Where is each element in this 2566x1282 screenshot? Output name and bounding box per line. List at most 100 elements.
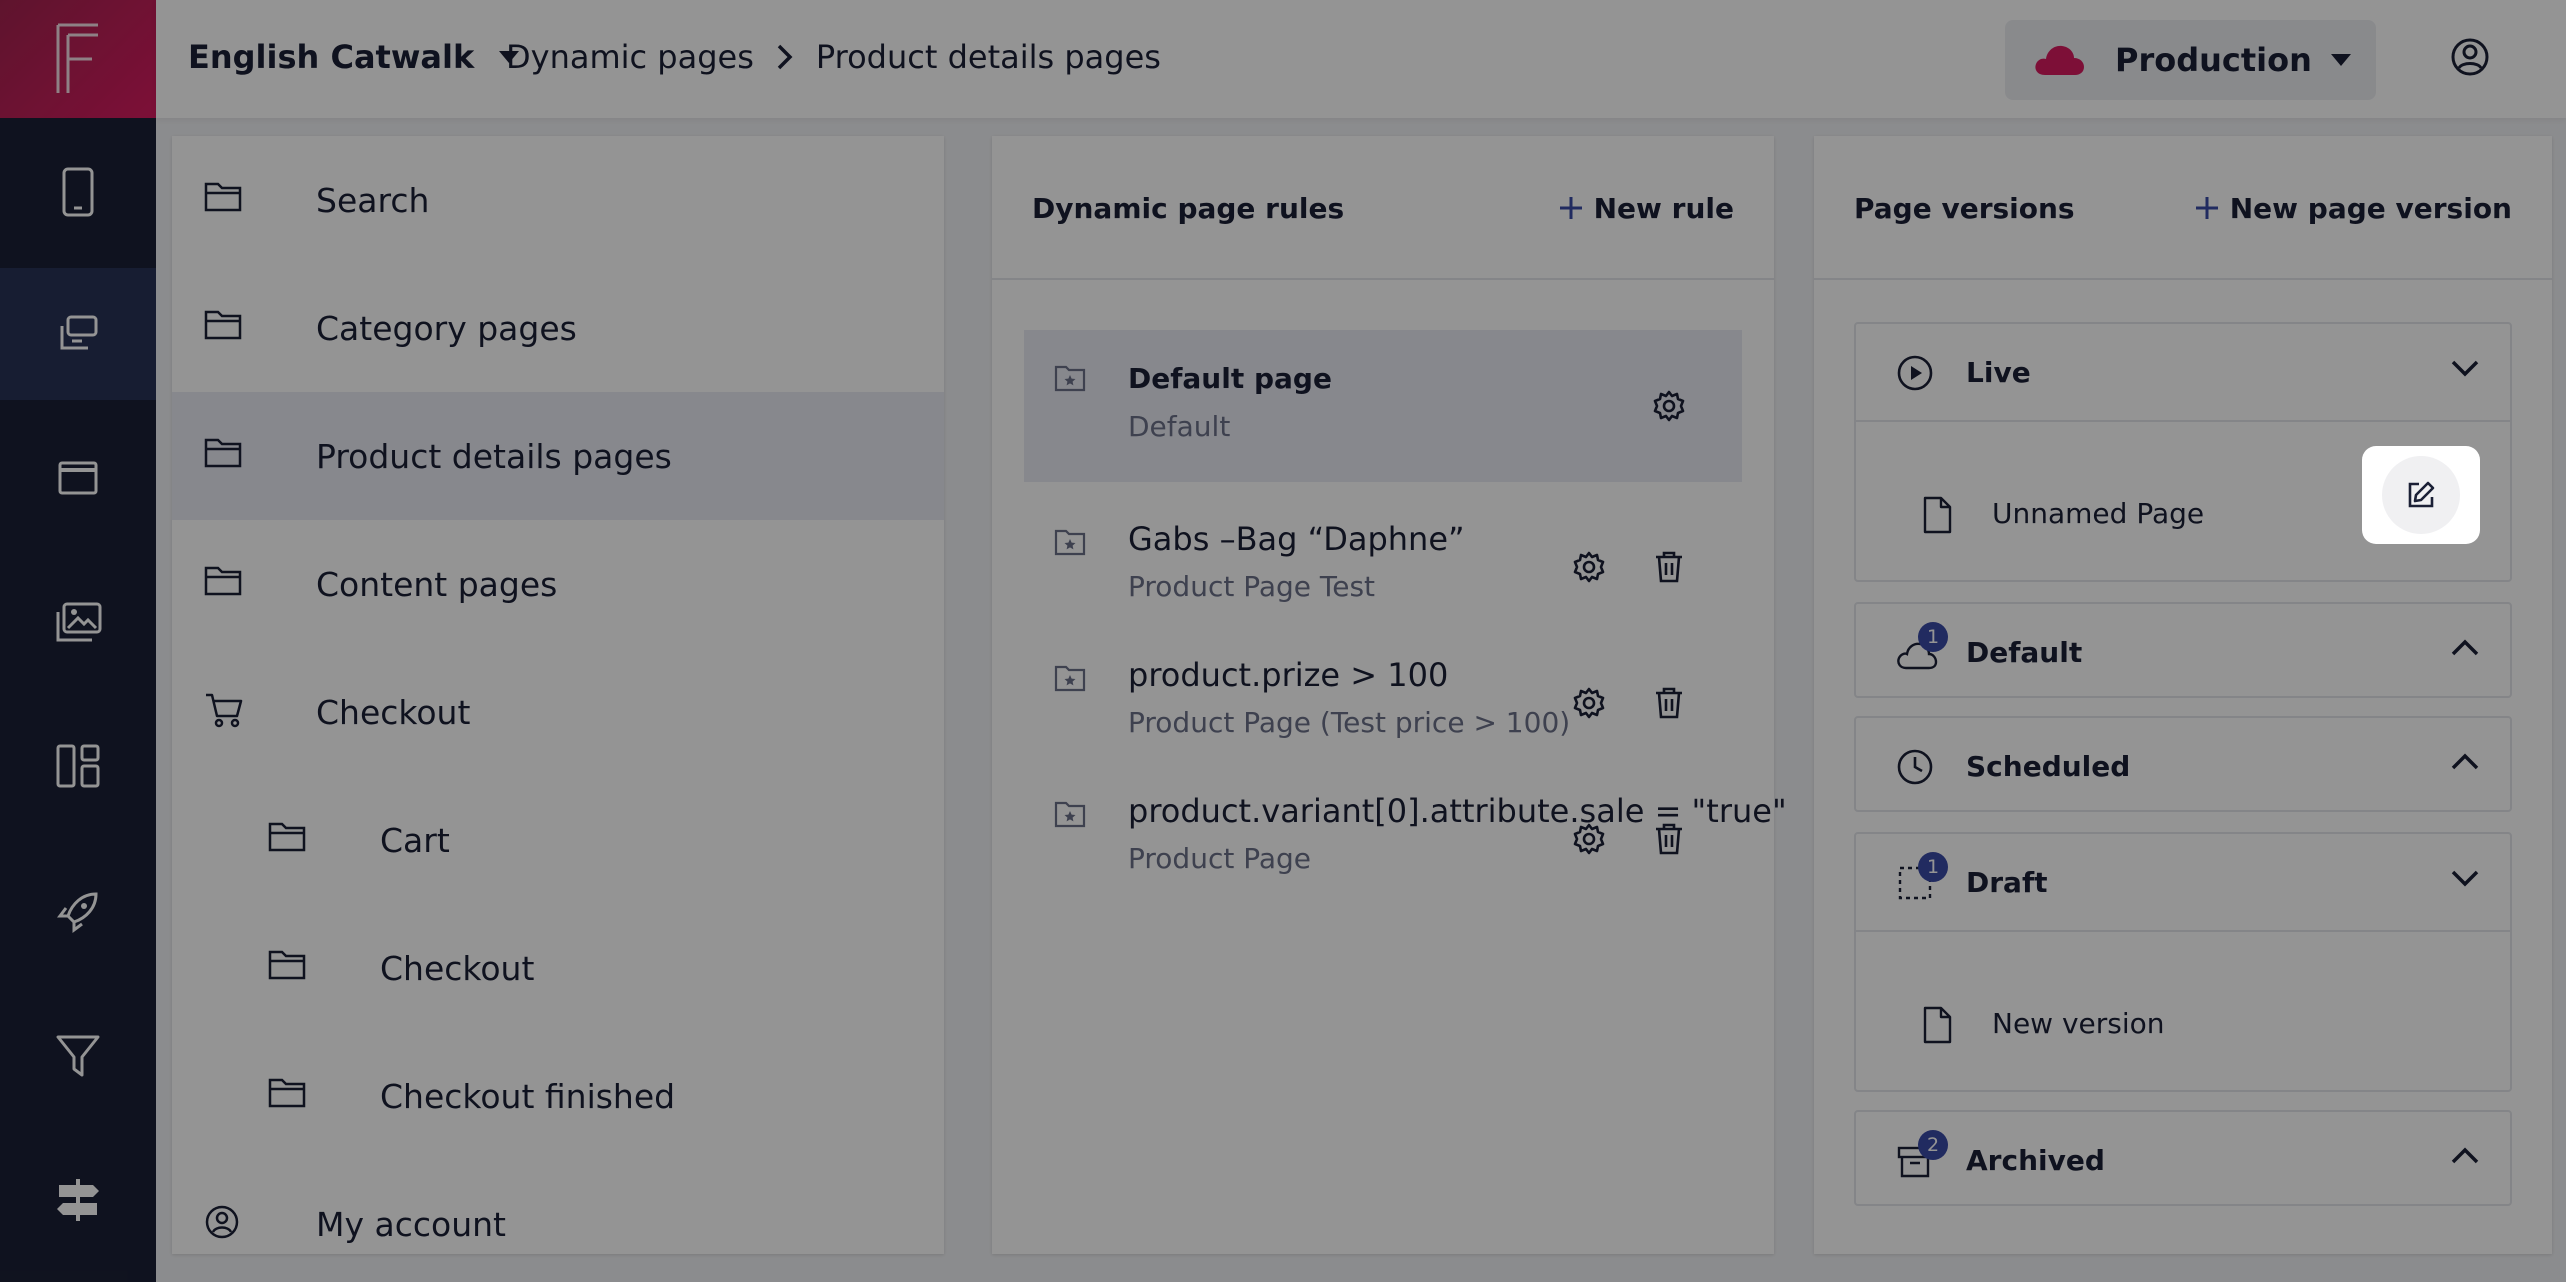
tree-item-my-account[interactable]: My account — [172, 1160, 944, 1254]
edit-icon — [2408, 481, 2435, 508]
tree-item-content-pages[interactable]: Content pages — [172, 520, 944, 648]
tree-item-cart[interactable]: Cart — [172, 776, 944, 904]
rule-title: Default page — [1128, 362, 1332, 395]
gear-icon[interactable] — [1652, 389, 1686, 423]
edit-version-button[interactable] — [2362, 446, 2480, 544]
user-circle-icon — [2451, 38, 2489, 76]
trash-icon[interactable] — [1654, 550, 1684, 584]
filter-icon — [56, 1035, 100, 1077]
versions-panel-title: Page versions — [1854, 191, 2075, 225]
rail-pages[interactable] — [0, 268, 156, 400]
edit-button-circle — [2382, 456, 2460, 534]
folder-icon — [268, 1076, 306, 1108]
tree-item-checkout[interactable]: Checkout — [172, 648, 944, 776]
version-group-header[interactable]: 1 Draft — [1856, 834, 2510, 930]
plus-icon — [1559, 197, 1582, 219]
rule-variant-sale[interactable]: product.variant[0].attribute.sale = "tru… — [1024, 766, 1787, 918]
folder-icon — [204, 564, 242, 596]
rules-panel: Dynamic page rules New rule Default page… — [992, 136, 1787, 1254]
folder-icon — [204, 308, 242, 340]
tree-item-label: My account — [316, 1204, 506, 1244]
version-count-badge: 1 — [1918, 622, 1948, 652]
tree-item-category-pages[interactable]: Category pages — [172, 264, 944, 392]
version-group-header[interactable]: 2 Archived — [1856, 1112, 2510, 1208]
rule-default-page[interactable]: Default page Default — [1024, 330, 1742, 482]
folder-icon — [268, 948, 306, 980]
app-logo[interactable] — [0, 0, 156, 118]
logo-icon — [56, 23, 98, 93]
rule-title: product.prize > 100 — [1128, 656, 1449, 694]
layout-icon — [56, 744, 100, 788]
new-page-version-button[interactable]: New page version — [2194, 136, 2512, 280]
store-selector[interactable]: English Catwalk — [188, 0, 520, 114]
rule-product-prize[interactable]: product.prize > 100 Product Page (Test p… — [1024, 630, 1742, 782]
tree-item-label: Category pages — [316, 308, 577, 348]
version-group-body: New version — [1856, 930, 2510, 1044]
version-name: Unnamed Page — [1992, 496, 2205, 530]
trash-icon[interactable] — [1654, 686, 1684, 720]
tree-item-label: Product details pages — [316, 436, 672, 476]
version-group-scheduled: Scheduled — [1854, 716, 2512, 812]
folder-icon — [204, 180, 242, 212]
rail-window[interactable] — [0, 412, 156, 544]
mobile-icon — [62, 167, 94, 217]
version-name: New version — [1992, 1006, 2165, 1040]
chevron-down-icon — [2450, 358, 2480, 378]
version-group-label: Draft — [1966, 865, 2048, 899]
tree-item-label: Content pages — [316, 564, 558, 604]
tree-item-checkout-finished[interactable]: Checkout finished — [172, 1032, 944, 1160]
play-circle-icon — [1896, 354, 1934, 392]
tree-item-checkout-sub[interactable]: Checkout — [172, 904, 944, 1032]
version-count-badge: 2 — [1918, 1130, 1948, 1160]
chevron-right-icon — [777, 44, 793, 70]
signpost-icon — [57, 1179, 99, 1221]
tree-item-product-details-pages[interactable]: Product details pages — [172, 392, 944, 520]
folder-star-icon — [1054, 664, 1086, 692]
version-group-label: Live — [1966, 355, 2031, 389]
folder-icon — [204, 436, 242, 468]
rule-gabs-bag[interactable]: Gabs –Bag “Daphne” Product Page Test — [1024, 494, 1742, 646]
rail-deploy[interactable] — [0, 846, 156, 978]
version-group-header[interactable]: Live — [1856, 324, 2510, 420]
folder-icon — [268, 820, 306, 852]
new-rule-button[interactable]: New rule — [1558, 136, 1734, 280]
versions-panel-header: Page versions New page version — [1814, 136, 2552, 280]
version-group-header[interactable]: Scheduled — [1856, 718, 2510, 814]
gear-icon[interactable] — [1572, 686, 1606, 720]
gear-icon[interactable] — [1572, 822, 1606, 856]
rail-routing[interactable] — [0, 1134, 156, 1266]
rail-filter[interactable] — [0, 990, 156, 1122]
rail-mobile[interactable] — [0, 126, 156, 258]
account-button[interactable] — [2450, 37, 2490, 77]
chevron-up-icon — [2450, 1146, 2480, 1166]
version-group-draft: 1 Draft New version — [1854, 832, 2512, 1092]
breadcrumb-dynamic-pages[interactable]: Dynamic pages — [506, 38, 754, 76]
tree-item-search[interactable]: Search — [172, 136, 944, 264]
gear-icon[interactable] — [1572, 550, 1606, 584]
version-group-body: Unnamed Page — [1856, 420, 2510, 534]
versions-panel: Page versions New page version Live Unna… — [1814, 136, 2552, 1254]
environment-selector[interactable]: Production — [2005, 20, 2376, 100]
tree-item-label: Checkout — [380, 948, 535, 988]
user-circle-icon — [204, 1204, 240, 1240]
cloud-icon — [2035, 45, 2084, 75]
chevron-down-icon — [2450, 868, 2480, 888]
nav-rail — [0, 0, 156, 1282]
version-group-default: 1 Default — [1854, 602, 2512, 698]
document-icon — [1922, 496, 1952, 534]
rule-subtitle: Product Page (Test price > 100) — [1128, 706, 1571, 739]
rail-layout[interactable] — [0, 700, 156, 832]
new-rule-label: New rule — [1593, 191, 1734, 225]
rail-media[interactable] — [0, 556, 156, 688]
caret-down-icon — [2331, 54, 2351, 66]
tree-item-label: Cart — [380, 820, 450, 860]
version-item[interactable]: New version — [1856, 970, 2510, 1076]
version-group-label: Archived — [1966, 1143, 2105, 1177]
folder-star-icon — [1054, 364, 1086, 392]
trash-icon[interactable] — [1654, 822, 1684, 856]
folder-star-icon — [1054, 528, 1086, 556]
page-tree-panel: Search Category pages Product details pa… — [172, 136, 944, 1254]
version-group-header[interactable]: 1 Default — [1856, 604, 2510, 700]
new-page-version-label: New page version — [2229, 191, 2512, 225]
rule-subtitle: Default — [1128, 410, 1231, 443]
